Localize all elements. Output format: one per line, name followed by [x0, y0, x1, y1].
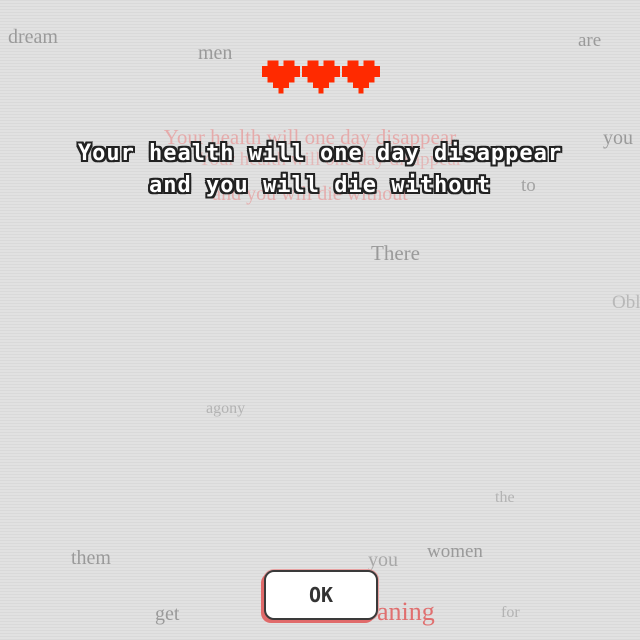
background-word: dream — [8, 26, 58, 48]
background-word: women — [427, 541, 483, 562]
background-word: agony — [206, 400, 246, 417]
background-word: get — [155, 603, 180, 625]
background-word: Obl — [612, 292, 640, 313]
background-word: for — [501, 604, 520, 621]
pixel-heart-icon — [262, 60, 300, 94]
background-word: them — [71, 547, 111, 569]
pixel-heart-icon — [302, 60, 340, 94]
background-word: There — [371, 241, 420, 265]
pixel-heart-icon — [342, 60, 380, 94]
background-word: the — [495, 489, 515, 506]
message-line-2: and you will die without — [149, 173, 491, 198]
background-word: aning — [377, 597, 435, 626]
message-line-1: Your health will one day disappear — [77, 141, 563, 166]
background-word: you — [368, 549, 398, 571]
health-message: Your health will one day disappear and y… — [20, 138, 620, 202]
health-hearts — [262, 58, 382, 98]
background-word: men — [198, 42, 233, 64]
ok-button[interactable]: OK — [264, 570, 378, 620]
background-word: are — [578, 30, 602, 51]
